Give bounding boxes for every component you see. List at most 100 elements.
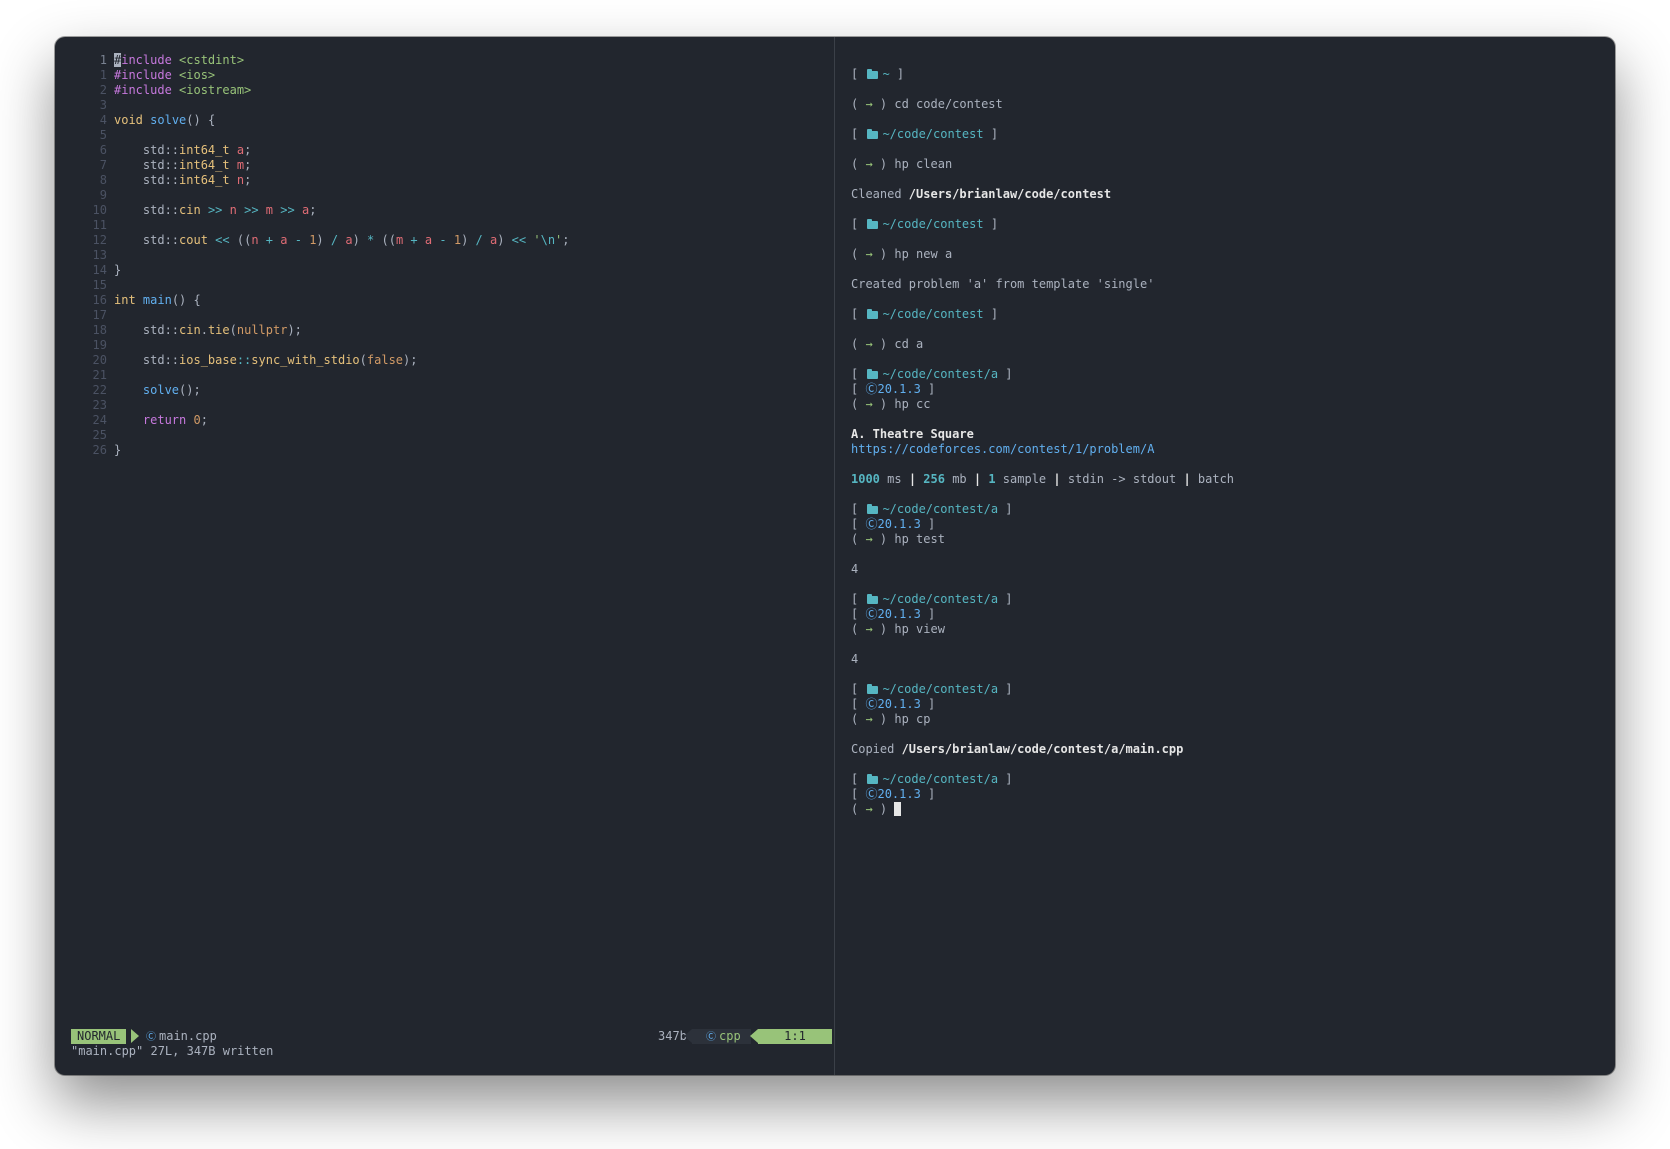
code-area[interactable]: 1 #include <cstdint> 1 #include <ios> 2 #incl… xyxy=(55,53,834,458)
prompt-line[interactable]: ( → ) cd code/contest xyxy=(851,97,1234,112)
prompt-line[interactable]: ( → ) hp view xyxy=(851,622,1234,637)
code-line[interactable]: 26} xyxy=(55,443,834,458)
code-line[interactable]: 25 xyxy=(55,428,834,443)
code-line[interactable]: 3 xyxy=(55,98,834,113)
code-line[interactable]: 13 xyxy=(55,248,834,263)
line-number: 3 xyxy=(99,98,107,112)
prompt-line[interactable]: ( → ) xyxy=(851,802,1234,817)
command-line[interactable]: "main.cpp" 27L, 347B written xyxy=(71,1044,273,1059)
line-text: } xyxy=(114,263,121,278)
code-token: int64_t xyxy=(179,158,230,172)
code-line[interactable]: 2 #include <iostream> xyxy=(55,83,834,98)
code-token: int64_t xyxy=(179,143,230,157)
editor-pane[interactable]: 1 #include <cstdint> 1 #include <ios> 2 #incl… xyxy=(55,37,834,1075)
prompt-line[interactable]: ( → ) hp clean xyxy=(851,157,1234,172)
code-line[interactable]: 12 std::cout << ((n + a - 1) / a) * ((m … xyxy=(55,233,834,248)
folder-icon xyxy=(867,309,879,319)
code-line[interactable]: 22 solve(); xyxy=(55,383,834,398)
line-number: 4 xyxy=(99,113,107,127)
line-text: std::int64_t a; xyxy=(114,143,251,158)
directory-line: [ ~/code/contest/a ] xyxy=(851,502,1013,516)
shell-pane[interactable]: [ ~ ] ( → ) cd code/contest [ ~/code/conte… xyxy=(835,37,1615,1075)
output-text: Copied xyxy=(851,742,902,756)
code-token: \n xyxy=(540,233,556,247)
code-token: ; xyxy=(244,173,252,187)
code-line[interactable]: 7 std::int64_t m; xyxy=(55,158,834,173)
code-line[interactable]: 9 xyxy=(55,188,834,203)
code-token: cin xyxy=(179,323,201,337)
code-line[interactable]: 18 std::cin.tie(nullptr); xyxy=(55,323,834,338)
problem-link[interactable]: https://codeforces.com/contest/1/problem… xyxy=(851,442,1154,456)
prompt-line[interactable]: ( → ) hp new a xyxy=(851,247,1234,262)
code-line[interactable]: 8 std::int64_t n; xyxy=(55,173,834,188)
code-token: } xyxy=(114,263,122,277)
prompt-line[interactable]: ( → ) hp cc xyxy=(851,397,1234,412)
code-line[interactable]: 17 xyxy=(55,308,834,323)
file-size: 347b xyxy=(658,1029,687,1043)
status-line: NORMAL Ⓒmain.cpp 347b Ⓒcpp 1:1 xyxy=(71,1029,832,1044)
file-name: main.cpp xyxy=(159,1029,217,1043)
prompt-line[interactable]: ( → ) hp cp xyxy=(851,712,1234,727)
code-token: void xyxy=(114,113,143,127)
code-line[interactable]: 6 std::int64_t a; xyxy=(55,143,834,158)
code-token: ) xyxy=(497,233,512,247)
line-number: 6 xyxy=(99,143,107,157)
output-line: 1000 ms | 256 mb | 1 sample | stdin -> s… xyxy=(851,472,1234,487)
code-line[interactable]: 16 int main() { xyxy=(55,293,834,308)
code-line[interactable]: 4 void solve() { xyxy=(55,113,834,128)
line-text: int main() { xyxy=(114,293,201,308)
code-line[interactable]: 19 xyxy=(55,338,834,353)
directory-path: ~/code/contest/a xyxy=(882,367,999,381)
code-line[interactable]: 14} xyxy=(55,263,834,278)
line-number: 17 xyxy=(92,308,107,322)
line-number: 12 xyxy=(92,233,107,247)
output-text: | xyxy=(1183,472,1191,486)
code-token: include xyxy=(121,53,172,67)
folder-icon xyxy=(867,594,879,604)
prompt-line[interactable]: ( → ) hp test xyxy=(851,532,1234,547)
code-line[interactable]: 20 std::ios_base::sync_with_stdio(false)… xyxy=(55,353,834,368)
command-text: hp new a xyxy=(894,247,953,261)
arrow-right-icon: → xyxy=(865,97,873,111)
code-line[interactable]: 23 xyxy=(55,398,834,413)
line-text: std::int64_t m; xyxy=(114,158,251,173)
line-number: 13 xyxy=(92,248,107,262)
line-text: #include <iostream> xyxy=(114,83,251,98)
directory-path: ~/code/contest xyxy=(882,307,984,321)
code-line[interactable]: 21 xyxy=(55,368,834,383)
code-line[interactable]: 15 xyxy=(55,278,834,293)
command-text: cd a xyxy=(894,337,924,351)
code-token: tie xyxy=(207,323,230,337)
code-line[interactable]: 24 return 0; xyxy=(55,413,834,428)
code-line[interactable]: 1 #include <cstdint> xyxy=(55,53,834,68)
line-number: 15 xyxy=(92,278,107,292)
code-line[interactable]: 10 std::cin >> n >> m >> a; xyxy=(55,203,834,218)
code-line[interactable]: 11 xyxy=(55,218,834,233)
code-token: sync_with_stdio xyxy=(251,353,360,367)
line-number: 19 xyxy=(92,338,107,352)
c-language-icon: Ⓒ xyxy=(706,1032,716,1043)
line-number: 23 xyxy=(92,398,107,412)
prompt-line[interactable]: ( → ) cd a xyxy=(851,337,1234,352)
code-token: int xyxy=(114,293,136,307)
code-token: (); xyxy=(179,383,201,397)
line-number: 1 xyxy=(99,53,107,67)
text-cursor[interactable] xyxy=(894,802,902,816)
code-token: std:: xyxy=(114,143,180,157)
output-text: sample xyxy=(995,472,1054,486)
code-token: << xyxy=(215,233,230,247)
directory-line: [ ~/code/contest/a ] xyxy=(851,592,1013,606)
code-line[interactable]: 5 xyxy=(55,128,834,143)
code-line[interactable]: 1 #include <ios> xyxy=(55,68,834,83)
